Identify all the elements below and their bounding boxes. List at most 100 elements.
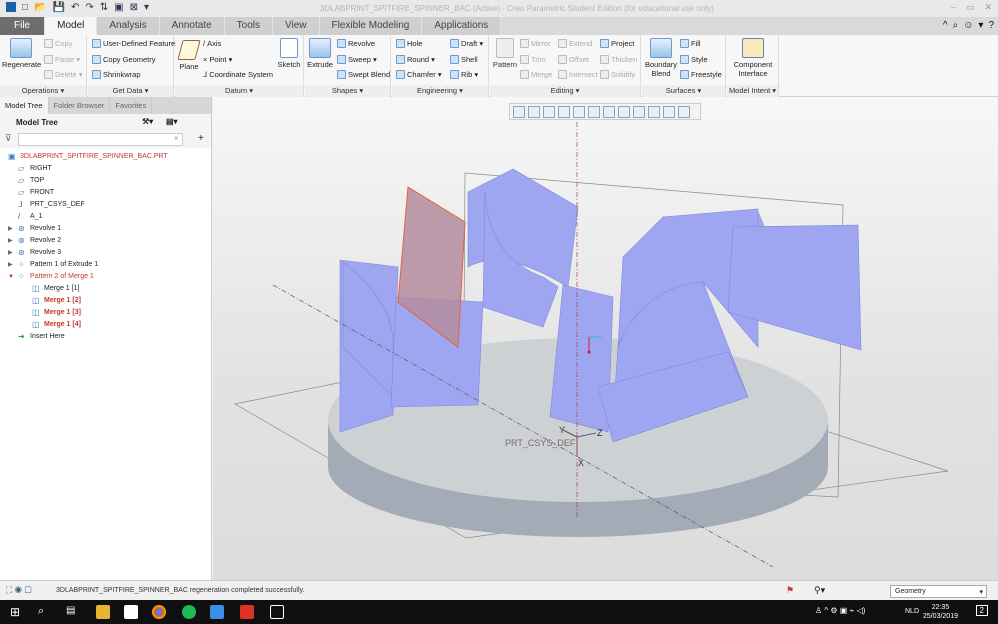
- search-icon[interactable]: ⌕: [38, 605, 52, 619]
- tree-item[interactable]: ◫ Merge 1 [4]: [0, 319, 211, 331]
- solidify-button[interactable]: Solidify: [600, 70, 635, 79]
- expand-toggle-icon[interactable]: ▼: [8, 271, 14, 283]
- editing-group-label[interactable]: Editing ▾: [490, 85, 640, 97]
- project-button[interactable]: Project: [600, 39, 634, 48]
- merge-button[interactable]: Merge: [520, 70, 552, 79]
- tree-item[interactable]: ▱ TOP: [0, 175, 211, 187]
- annotation-display-icon[interactable]: [663, 106, 675, 118]
- sweep-button[interactable]: Sweep ▾: [337, 55, 377, 64]
- offset-button[interactable]: Offset: [558, 55, 589, 64]
- refit-icon[interactable]: [513, 106, 525, 118]
- windows-icon[interactable]: ▣: [114, 2, 123, 13]
- view-manager-icon[interactable]: [603, 106, 615, 118]
- search-icon[interactable]: ⌕: [953, 20, 959, 31]
- display-style-icon[interactable]: [573, 106, 585, 118]
- swept-blend-button[interactable]: Swept Blend: [337, 70, 390, 79]
- datum-display-icon[interactable]: [648, 106, 660, 118]
- spin-center-icon[interactable]: [678, 106, 690, 118]
- hole-button[interactable]: Hole: [396, 39, 422, 48]
- acrobat-icon[interactable]: [240, 605, 254, 619]
- tree-item[interactable]: ⅃ PRT_CSYS_DEF: [0, 199, 211, 211]
- new-icon[interactable]: □: [22, 2, 28, 13]
- flag-icon[interactable]: ⚑: [786, 585, 794, 596]
- spotify-icon[interactable]: [182, 605, 196, 619]
- tree-item[interactable]: ▱ FRONT: [0, 187, 211, 199]
- selection-filter[interactable]: Geometry ▾: [890, 585, 987, 598]
- copy-geometry-button[interactable]: Copy Geometry: [92, 55, 156, 64]
- tree-item[interactable]: ▼ ⁘ Pattern 2 of Merge 1: [0, 271, 211, 283]
- expand-toggle-icon[interactable]: ▶: [8, 247, 13, 259]
- regenerate-button[interactable]: Regenerate: [2, 38, 41, 69]
- zoom-in-icon[interactable]: [528, 106, 540, 118]
- redo-icon[interactable]: ↷: [85, 2, 93, 13]
- clock[interactable]: 22:35 25/03/2019: [923, 603, 958, 621]
- fill-button[interactable]: Fill: [680, 39, 701, 48]
- chamfer-button[interactable]: Chamfer ▾: [396, 70, 442, 79]
- close-window-icon[interactable]: ⊠: [130, 2, 138, 13]
- community-icon[interactable]: ☺: [963, 20, 973, 31]
- start-icon[interactable]: ⊞: [10, 605, 24, 619]
- undo-icon[interactable]: ↶: [71, 2, 79, 13]
- zoom-out-icon[interactable]: [543, 106, 555, 118]
- expand-toggle-icon[interactable]: ▶: [8, 259, 13, 271]
- tree-item[interactable]: ▶ ⊛ Revolve 2: [0, 235, 211, 247]
- expand-toggle-icon[interactable]: ▶: [8, 223, 13, 235]
- notifications-icon[interactable]: 2: [975, 605, 988, 616]
- mirror-button[interactable]: Mirror: [520, 39, 551, 48]
- file-explorer-icon[interactable]: [96, 605, 110, 619]
- save-icon[interactable]: 💾: [53, 2, 65, 13]
- open-icon[interactable]: 📂: [34, 2, 46, 13]
- tab-analysis[interactable]: Analysis: [97, 17, 160, 35]
- thicken-button[interactable]: Thicken: [600, 55, 637, 64]
- graphics-window[interactable]: PRT_CSYS_DEF Y Z X: [213, 97, 998, 580]
- tab-flexible-modeling[interactable]: Flexible Modeling: [319, 17, 423, 35]
- delete-button[interactable]: Delete ▾: [44, 70, 83, 79]
- coordinate-system-button[interactable]: ⅃ Coordinate System: [203, 70, 273, 79]
- tree-item[interactable]: ➜ Insert Here: [0, 331, 211, 343]
- community-dropdown-icon[interactable]: ▾: [978, 20, 983, 31]
- tree-item[interactable]: ▱ RIGHT: [0, 163, 211, 175]
- minimize-button[interactable]: –: [951, 2, 956, 13]
- surfaces-group-label[interactable]: Surfaces ▾: [642, 85, 725, 97]
- tab-model[interactable]: Model: [45, 17, 98, 35]
- tab-file[interactable]: File: [0, 17, 46, 35]
- plane-button[interactable]: Plane: [177, 40, 201, 71]
- task-view-icon[interactable]: ▤: [66, 605, 80, 619]
- operations-group-label[interactable]: Operations ▾: [0, 85, 86, 97]
- intersect-button[interactable]: Intersect: [558, 70, 598, 79]
- tree-item[interactable]: ▶ ⁘ Pattern 1 of Extrude 1: [0, 259, 211, 271]
- round-button[interactable]: Round ▾: [396, 55, 435, 64]
- find-icon[interactable]: ⚲▾: [814, 585, 825, 596]
- mail-icon[interactable]: [124, 605, 138, 619]
- get-data-group-label[interactable]: Get Data ▾: [88, 85, 173, 97]
- tree-item[interactable]: ◫ Merge 1 [1]: [0, 283, 211, 295]
- customize-icon[interactable]: ▾: [144, 2, 149, 13]
- tree-item[interactable]: ▣ 3DLABPRINT_SPITFIRE_SPINNER_BAC.PRT: [0, 151, 211, 163]
- extrude-button[interactable]: Extrude: [306, 38, 334, 69]
- minimize-ribbon-icon[interactable]: ^: [943, 20, 948, 31]
- revolve-button[interactable]: Revolve: [337, 39, 375, 48]
- tree-item[interactable]: ▶ ⊛ Revolve 3: [0, 247, 211, 259]
- tree-item[interactable]: ◫ Merge 1 [3]: [0, 307, 211, 319]
- filter-icon[interactable]: ⊽: [5, 133, 12, 144]
- app-icon[interactable]: [270, 605, 284, 619]
- close-button[interactable]: ✕: [984, 2, 992, 13]
- trim-button[interactable]: Trim: [520, 55, 546, 64]
- point-button[interactable]: × Point ▾: [203, 55, 232, 64]
- extend-button[interactable]: Extend: [558, 39, 592, 48]
- help-icon[interactable]: ?: [988, 20, 994, 31]
- tab-applications[interactable]: Applications: [422, 17, 502, 35]
- sketch-button[interactable]: Sketch: [275, 38, 303, 69]
- user-defined-feature-button[interactable]: User-Defined Feature: [92, 39, 175, 48]
- tab-annotate[interactable]: Annotate: [159, 17, 225, 35]
- maximize-button[interactable]: ▭: [966, 2, 975, 13]
- chrome-icon[interactable]: [152, 605, 166, 619]
- tab-favorites[interactable]: Favorites: [110, 97, 153, 114]
- section-icon[interactable]: [633, 106, 645, 118]
- tree-settings-icon[interactable]: ⚒▾: [142, 117, 153, 126]
- engineering-group-label[interactable]: Engineering ▾: [392, 85, 488, 97]
- pattern-button[interactable]: Pattern: [491, 38, 519, 69]
- shell-button[interactable]: Shell: [450, 55, 478, 64]
- rib-button[interactable]: Rib ▾: [450, 70, 478, 79]
- freestyle-button[interactable]: Freestyle: [680, 70, 722, 79]
